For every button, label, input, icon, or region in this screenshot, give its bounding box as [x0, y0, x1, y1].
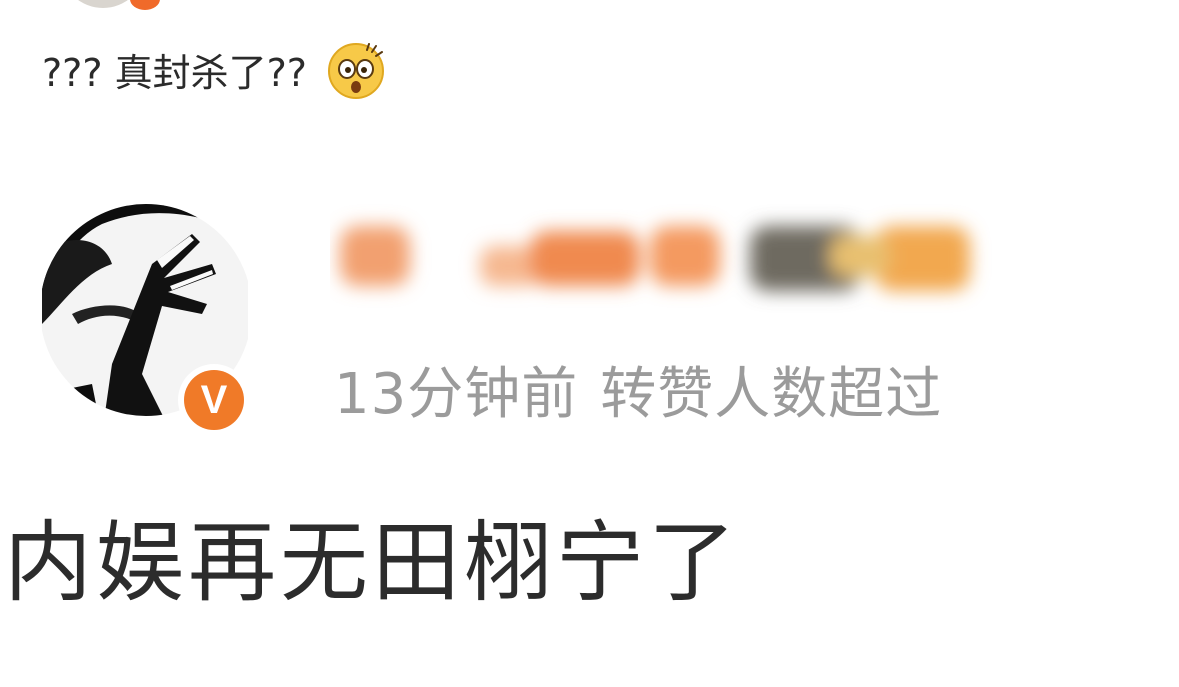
post-status: 转赞人数超过 — [600, 362, 943, 427]
previous-badge-icon — [130, 0, 160, 10]
post-content: 内娱再无田栩宁了 — [4, 511, 741, 614]
comment-screen: ??? 真封杀了?? V 13分钟前 转赞人数超过 内娱再无田栩宁了 — [0, 0, 1179, 687]
verified-v-icon: V — [184, 370, 244, 430]
comment-content: ??? 真封杀了?? — [42, 42, 385, 102]
shocked-face-emoji-icon — [327, 42, 385, 100]
author-name-blurred[interactable] — [330, 196, 1020, 320]
post-time: 13分钟前 — [334, 362, 579, 427]
verified-badge: V — [178, 364, 250, 436]
post-meta: 13分钟前 转赞人数超过 — [334, 350, 942, 440]
comment-text: ??? 真封杀了?? — [42, 51, 307, 95]
